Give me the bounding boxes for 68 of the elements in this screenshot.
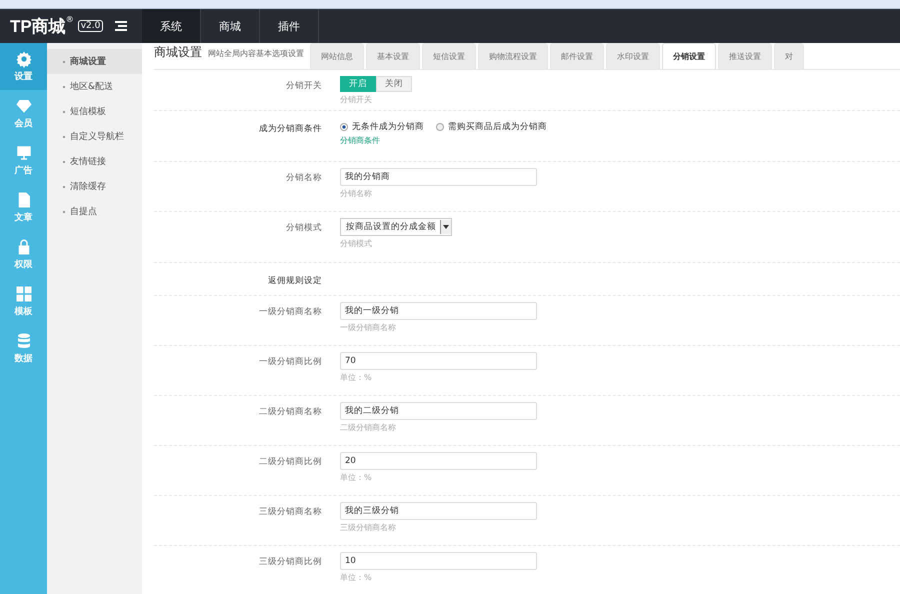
sidebar-label: 权限 bbox=[14, 258, 32, 271]
field-label: 一级分销商名称 bbox=[258, 306, 322, 319]
field-hint: 单位：% bbox=[340, 572, 373, 583]
input-field[interactable]: 70 bbox=[340, 352, 537, 370]
submenu-item[interactable]: 短信模板 bbox=[47, 99, 142, 124]
tab[interactable]: 推送设置 bbox=[718, 43, 772, 69]
tab[interactable]: 基本设置 bbox=[366, 43, 420, 69]
sidebar-label: 广告 bbox=[14, 164, 32, 177]
diamond-icon bbox=[14, 97, 32, 115]
tab[interactable]: 购物流程设置 bbox=[478, 43, 548, 69]
sidebar-label: 数据 bbox=[14, 352, 32, 365]
input-field[interactable]: 我的分销商 bbox=[340, 168, 537, 186]
registered-mark: ® bbox=[66, 15, 74, 24]
radio-button[interactable] bbox=[436, 123, 444, 131]
gear-icon bbox=[14, 50, 32, 68]
field-label: 二级分销商名称 bbox=[258, 406, 322, 419]
select-field[interactable]: 按商品设置的分成金额 bbox=[340, 218, 452, 236]
tab[interactable]: 网站信息 bbox=[310, 43, 364, 69]
sidebar-label: 文章 bbox=[14, 211, 32, 224]
field-label: 三级分销商名称 bbox=[258, 506, 322, 519]
field-label: 一级分销商比例 bbox=[258, 356, 322, 369]
tab[interactable]: 短信设置 bbox=[422, 43, 476, 69]
grid-icon bbox=[14, 285, 32, 303]
field-label: 三级分销商比例 bbox=[258, 556, 322, 569]
version-badge: v2.0 bbox=[78, 20, 104, 32]
field-label: 分销开关 bbox=[285, 80, 322, 93]
field-hint: 分销商条件 bbox=[340, 135, 381, 146]
submenu-item[interactable]: 清除缓存 bbox=[47, 174, 142, 199]
sidebar-label: 设置 bbox=[14, 70, 32, 83]
submenu-item[interactable]: 友情链接 bbox=[47, 149, 142, 174]
tab[interactable]: 对 bbox=[774, 43, 804, 69]
radio-button[interactable] bbox=[340, 123, 348, 131]
field-label: 分销模式 bbox=[285, 222, 322, 235]
field-hint: 分销名称 bbox=[340, 188, 373, 199]
input-field[interactable]: 我的一级分销 bbox=[340, 302, 537, 320]
page-title: 商城设置 bbox=[154, 44, 202, 61]
field-label: 分销名称 bbox=[285, 172, 322, 185]
field-label: 成为分销商条件 bbox=[258, 123, 322, 136]
tab[interactable]: 水印设置 bbox=[606, 43, 660, 69]
tab[interactable]: 邮件设置 bbox=[550, 43, 604, 69]
field-hint: 分销开关 bbox=[340, 94, 373, 105]
tab[interactable]: 分销设置 bbox=[662, 43, 716, 69]
nav-menu-item[interactable]: 系统 bbox=[142, 9, 201, 43]
menu-icon[interactable] bbox=[115, 21, 128, 31]
caret-icon bbox=[443, 225, 449, 229]
input-field[interactable]: 20 bbox=[340, 452, 537, 470]
submenu-item[interactable]: 自提点 bbox=[47, 199, 142, 224]
input-field[interactable]: 我的三级分销 bbox=[340, 502, 537, 520]
field-label: 返佣规则设定 bbox=[267, 274, 322, 288]
billboard-icon bbox=[14, 144, 32, 162]
sidebar-label: 模板 bbox=[14, 306, 32, 318]
field-hint: 分销模式 bbox=[340, 238, 373, 249]
field-hint: 二级分销商名称 bbox=[340, 422, 397, 433]
input-field[interactable]: 10 bbox=[340, 552, 537, 570]
submenu-item[interactable]: 商城设置 bbox=[47, 49, 142, 74]
page-subtitle: 网站全局内容基本选项设置 bbox=[208, 48, 304, 59]
submenu-item[interactable]: 自定义导航栏 bbox=[47, 124, 142, 149]
nav-menu-item[interactable]: 商城 bbox=[201, 9, 260, 43]
field-hint: 单位：% bbox=[340, 472, 373, 483]
input-field[interactable]: 我的二级分销 bbox=[340, 402, 537, 420]
field-label: 二级分销商比例 bbox=[258, 456, 322, 469]
field-hint: 三级分销商名称 bbox=[340, 522, 397, 533]
logo: TP商城 bbox=[10, 16, 66, 38]
toggle-option[interactable]: 关闭 bbox=[376, 76, 412, 92]
submenu-item[interactable]: 地区&配送 bbox=[47, 74, 142, 99]
sidebar-label: 会员 bbox=[14, 118, 32, 130]
field-hint: 一级分销商名称 bbox=[340, 322, 397, 333]
field-hint: 单位：% bbox=[340, 372, 373, 383]
